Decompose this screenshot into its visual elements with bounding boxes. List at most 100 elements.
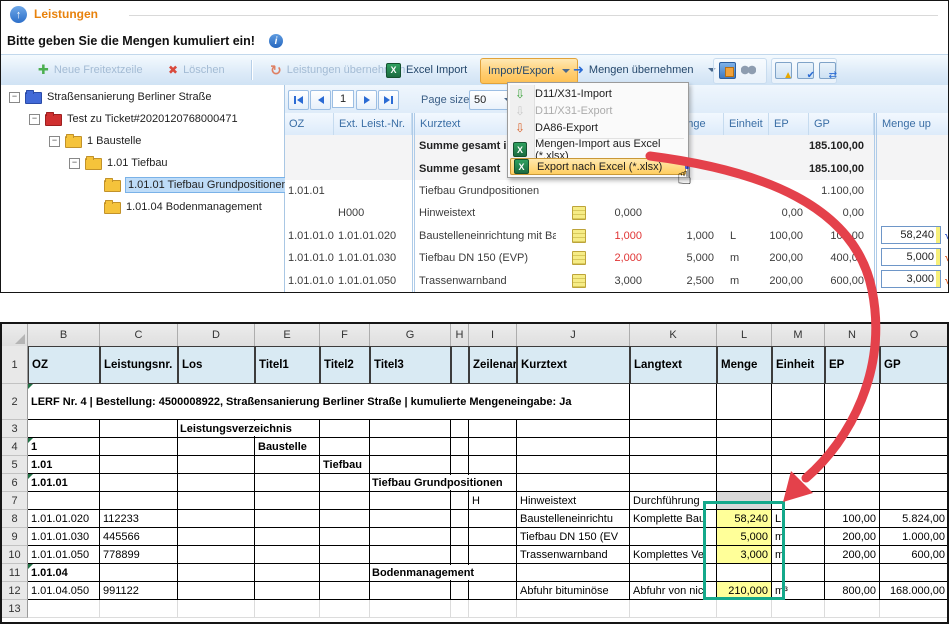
excel-cell-G1[interactable]: Titel3 [370, 346, 451, 384]
grid-cell-note[interactable] [556, 202, 601, 224]
excel-cell-O3[interactable] [880, 420, 949, 438]
excel-cell-J11[interactable] [517, 564, 630, 582]
excel-cell-H8[interactable] [451, 510, 469, 528]
grid-cell-m1[interactable] [601, 180, 658, 202]
excel-cell-N8[interactable]: 100,00 [825, 510, 880, 528]
grid-cell-oz[interactable] [284, 157, 334, 179]
excel-cell-B1[interactable]: OZ [28, 346, 100, 384]
excel-cell-O11[interactable] [880, 564, 949, 582]
grid-cell-note[interactable] [556, 269, 601, 291]
excel-cell-O10[interactable]: 600,00 [880, 546, 949, 564]
grid-cell-m1[interactable]: 3,000 [601, 269, 658, 291]
grid-cell-kurz[interactable]: Hinweistext [412, 202, 556, 224]
menu-item-d11-export[interactable]: ⇩ D11/X31-Export [510, 102, 686, 119]
excel-cell-C6[interactable] [100, 474, 178, 492]
grid-cell-ep[interactable]: 100,00 [769, 225, 809, 247]
page-number-input[interactable]: 1 [332, 90, 354, 108]
excel-cell-N10[interactable]: 200,00 [825, 546, 880, 564]
grid-cell-up[interactable] [874, 202, 949, 224]
note-icon[interactable] [572, 206, 586, 220]
menu-item-mengen-import-excel[interactable]: X Mengen-Import aus Excel (*.xlsx) [510, 141, 686, 158]
tree-expander-icon[interactable]: − [9, 92, 20, 103]
excel-cell-J12[interactable]: Abfuhr bituminöse [517, 582, 630, 600]
excel-cell-G8[interactable] [370, 510, 451, 528]
grid-warning-icon[interactable]: ▲ [775, 62, 792, 79]
grid-cell-m1[interactable]: 2,000 [601, 247, 658, 269]
excel-cell-I8[interactable] [469, 510, 517, 528]
excel-cell-B10[interactable]: 1.01.01.050 [28, 546, 100, 564]
grid-cell-einheit[interactable] [724, 180, 769, 202]
excel-cell-H5[interactable] [451, 456, 469, 474]
excel-cell-M2[interactable] [772, 384, 825, 420]
excel-cell-M3[interactable] [772, 420, 825, 438]
grid-column-header[interactable]: OZ [284, 113, 334, 135]
excel-cell-J3[interactable] [517, 420, 630, 438]
grid-check-icon[interactable]: ✔ [797, 62, 814, 79]
excel-row-header[interactable]: 8 [2, 510, 28, 528]
excel-cell-K6[interactable] [630, 474, 717, 492]
excel-col-header-M[interactable]: M [772, 324, 825, 346]
excel-cell-M1[interactable]: Einheit [772, 346, 825, 384]
excel-cell-I3[interactable] [469, 420, 517, 438]
grid-row[interactable]: 1.01.01.0501.01.01.050Trassenwarnband3,0… [285, 269, 948, 292]
excel-cell-N4[interactable] [825, 438, 880, 456]
excel-cell-G9[interactable] [370, 528, 451, 546]
tree-item[interactable]: 1.01.04 Bodenmanagement [89, 197, 262, 217]
excel-cell-E12[interactable] [255, 582, 320, 600]
excel-col-header-G[interactable]: G [370, 324, 451, 346]
excel-cell-D3[interactable]: Leistungsverzeichnis [178, 420, 255, 438]
grid-row[interactable]: H000Hinweistext0,0000,000,00 [285, 202, 948, 225]
excel-col-header-I[interactable]: I [469, 324, 517, 346]
excel-cell-N12[interactable]: 800,00 [825, 582, 880, 600]
excel-cell-N3[interactable] [825, 420, 880, 438]
excel-cell-I9[interactable] [469, 528, 517, 546]
excel-cell-F7[interactable] [320, 492, 370, 510]
grid-hierarchy-icon[interactable]: ⇄ [819, 62, 836, 79]
excel-col-header-E[interactable]: E [255, 324, 320, 346]
excel-row-header[interactable]: 2 [2, 384, 28, 420]
excel-cell-O7[interactable] [880, 492, 949, 510]
formula-sqrt-icon[interactable]: √x [945, 230, 949, 242]
note-icon[interactable] [572, 251, 586, 265]
excel-cell-C9[interactable]: 445566 [100, 528, 178, 546]
excel-cell-B3[interactable] [28, 420, 100, 438]
excel-cell-I7[interactable]: H [469, 492, 517, 510]
excel-cell-M6[interactable] [772, 474, 825, 492]
menu-item-d11-import[interactable]: ⇩ D11/X31-Import [510, 85, 686, 102]
excel-cell-J5[interactable] [517, 456, 630, 474]
grid-cell-einheit[interactable] [724, 202, 769, 224]
excel-cell-C7[interactable] [100, 492, 178, 510]
note-icon[interactable] [572, 274, 586, 288]
grid-cell-up[interactable]: 58,240 √x [874, 225, 949, 247]
grid-cell-gp[interactable]: 185.100,00 [809, 157, 874, 179]
grid-row[interactable]: 1.01.01.0301.01.01.030Tiefbau DN 150 (EV… [285, 247, 948, 270]
excel-cell-D6[interactable] [178, 474, 255, 492]
excel-cell-F4[interactable] [320, 438, 370, 456]
excel-cell-L1[interactable]: Menge [717, 346, 772, 384]
excel-row-header[interactable]: 1 [2, 346, 28, 384]
excel-row-header[interactable]: 6 [2, 474, 28, 492]
excel-cell-O8[interactable]: 5.824,00 [880, 510, 949, 528]
excel-import-button[interactable]: X Excel Import [379, 58, 474, 82]
excel-cell-B2[interactable]: LERF Nr. 4 | Bestellung: 4500008922, Str… [28, 384, 630, 420]
excel-cell-L4[interactable] [717, 438, 772, 456]
delete-button[interactable]: ✖ Löschen [161, 58, 232, 82]
menge-up-input[interactable]: 3,000 [881, 270, 941, 288]
excel-cell-D9[interactable] [178, 528, 255, 546]
grid-column-header[interactable]: EP [769, 113, 809, 135]
excel-cell-N5[interactable] [825, 456, 880, 474]
grid-cell-gp[interactable]: 600,00 [809, 269, 874, 291]
excel-cell-F10[interactable] [320, 546, 370, 564]
excel-cell-M5[interactable] [772, 456, 825, 474]
excel-cell-D1[interactable]: Los [178, 346, 255, 384]
excel-cell-G13[interactable] [370, 600, 451, 618]
menge-up-input[interactable]: 5,000 [881, 248, 941, 266]
grid-cell-einheit[interactable] [724, 157, 769, 179]
grid-cell-einheit[interactable] [724, 135, 769, 157]
excel-cell-F6[interactable] [320, 474, 370, 492]
grid-cell-note[interactable] [556, 247, 601, 269]
grid-cell-oz[interactable]: 1.01.01.050 [284, 269, 334, 291]
menge-up-input[interactable]: 58,240 [881, 226, 941, 244]
excel-cell-J1[interactable]: Kurztext [517, 346, 630, 384]
grid-cell-up[interactable] [874, 157, 949, 179]
